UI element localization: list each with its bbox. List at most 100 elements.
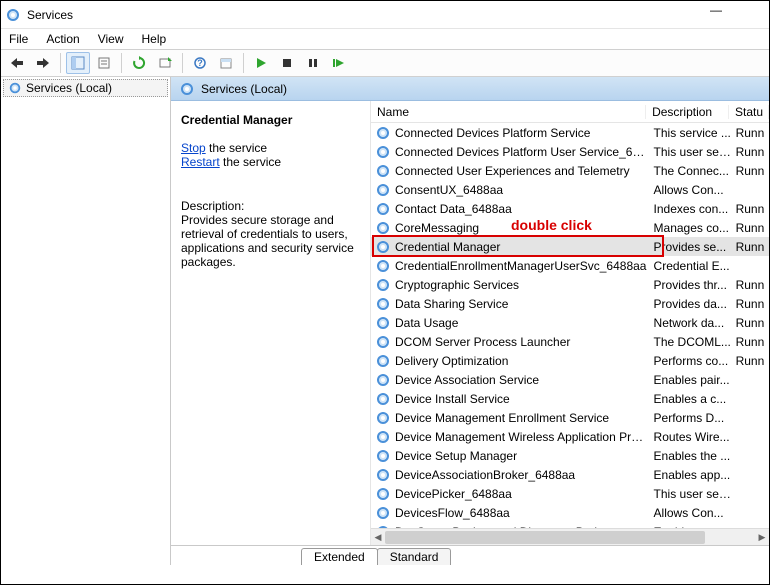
service-description: This user ser... bbox=[650, 145, 732, 159]
selected-service-name: Credential Manager bbox=[181, 113, 360, 127]
description-label: Description: bbox=[181, 199, 360, 213]
service-name: Delivery Optimization bbox=[395, 354, 650, 368]
column-header-name[interactable]: Name bbox=[371, 105, 646, 119]
service-row[interactable]: Device Install ServiceEnables a c... bbox=[371, 389, 769, 408]
scroll-thumb[interactable] bbox=[385, 531, 705, 544]
service-name: Data Sharing Service bbox=[395, 297, 650, 311]
maximize-button[interactable] bbox=[745, 3, 767, 21]
service-row[interactable]: Delivery OptimizationPerforms co...Runn bbox=[371, 351, 769, 370]
menu-bar: File Action View Help bbox=[1, 29, 769, 49]
minimize-button[interactable] bbox=[705, 3, 727, 21]
service-description: Enables a c... bbox=[650, 392, 732, 406]
service-row[interactable]: Data UsageNetwork da...Runn bbox=[371, 313, 769, 332]
service-status: Runn bbox=[732, 145, 769, 159]
tab-extended[interactable]: Extended bbox=[301, 548, 378, 565]
tree-pane: Services (Local) bbox=[1, 77, 171, 565]
service-name: Cryptographic Services bbox=[395, 278, 650, 292]
horizontal-scrollbar[interactable]: ◀ ▶ bbox=[371, 528, 769, 545]
calendar-button[interactable] bbox=[214, 52, 238, 74]
service-row[interactable]: Connected Devices Platform User Service_… bbox=[371, 142, 769, 161]
service-row[interactable]: Device Association ServiceEnables pair..… bbox=[371, 370, 769, 389]
stop-service-button[interactable] bbox=[275, 52, 299, 74]
service-name: CredentialEnrollmentManagerUserSvc_6488a… bbox=[395, 259, 650, 273]
service-row[interactable]: ConsentUX_6488aaAllows Con... bbox=[371, 180, 769, 199]
tree-root-services-local[interactable]: Services (Local) bbox=[3, 79, 168, 97]
menu-help[interactable]: Help bbox=[142, 32, 167, 46]
column-header-status[interactable]: Statu bbox=[729, 105, 769, 119]
service-row[interactable]: DevicesFlow_6488aaAllows Con... bbox=[371, 503, 769, 522]
service-row[interactable]: Credential ManagerProvides se...Runn bbox=[371, 237, 769, 256]
description-text: Provides secure storage and retrieval of… bbox=[181, 213, 360, 269]
back-button[interactable] bbox=[5, 52, 29, 74]
service-status: Runn bbox=[732, 335, 769, 349]
service-row[interactable]: Device Management Enrollment ServicePerf… bbox=[371, 408, 769, 427]
start-service-button[interactable] bbox=[249, 52, 273, 74]
service-row[interactable]: CredentialEnrollmentManagerUserSvc_6488a… bbox=[371, 256, 769, 275]
service-list[interactable]: Connected Devices Platform ServiceThis s… bbox=[371, 123, 769, 528]
service-description: Routes Wire... bbox=[650, 430, 732, 444]
stop-service-link[interactable]: Stop bbox=[181, 141, 206, 155]
properties-button[interactable] bbox=[92, 52, 116, 74]
service-description: The Connec... bbox=[650, 164, 732, 178]
service-name: Device Install Service bbox=[395, 392, 650, 406]
service-description: Allows Con... bbox=[650, 506, 732, 520]
service-row[interactable]: Connected User Experiences and Telemetry… bbox=[371, 161, 769, 180]
scroll-left-button[interactable]: ◀ bbox=[371, 529, 385, 546]
service-row[interactable]: CoreMessagingManages co...Runn bbox=[371, 218, 769, 237]
scroll-right-button[interactable]: ▶ bbox=[755, 529, 769, 546]
service-name: DevicePicker_6488aa bbox=[395, 487, 650, 501]
service-name: Connected Devices Platform User Service_… bbox=[395, 145, 650, 159]
show-hide-tree-button[interactable] bbox=[66, 52, 90, 74]
service-description: Enables app... bbox=[650, 468, 732, 482]
service-row[interactable]: Device Management Wireless Application P… bbox=[371, 427, 769, 446]
service-name: Credential Manager bbox=[395, 240, 650, 254]
restart-service-link[interactable]: Restart bbox=[181, 155, 220, 169]
title-bar: Services bbox=[1, 1, 769, 29]
menu-file[interactable]: File bbox=[9, 32, 28, 46]
service-name: Device Management Enrollment Service bbox=[395, 411, 650, 425]
service-name: DeviceAssociationBroker_6488aa bbox=[395, 468, 650, 482]
service-name: Contact Data_6488aa bbox=[395, 202, 650, 216]
service-name: Connected Devices Platform Service bbox=[395, 126, 650, 140]
service-status: Runn bbox=[732, 164, 769, 178]
service-name: Data Usage bbox=[395, 316, 650, 330]
service-description: This service ... bbox=[650, 126, 732, 140]
service-row[interactable]: Connected Devices Platform ServiceThis s… bbox=[371, 123, 769, 142]
service-row[interactable]: Cryptographic ServicesProvides thr...Run… bbox=[371, 275, 769, 294]
service-row[interactable]: DevicePicker_6488aaThis user ser... bbox=[371, 484, 769, 503]
restart-service-button[interactable] bbox=[327, 52, 351, 74]
tab-standard[interactable]: Standard bbox=[377, 548, 452, 565]
service-status: Runn bbox=[732, 221, 769, 235]
service-status: Runn bbox=[732, 126, 769, 140]
menu-action[interactable]: Action bbox=[46, 32, 79, 46]
toolbar: ? bbox=[1, 49, 769, 77]
forward-button[interactable] bbox=[31, 52, 55, 74]
service-name: DCOM Server Process Launcher bbox=[395, 335, 650, 349]
tree-root-label: Services (Local) bbox=[26, 81, 112, 95]
service-description: Allows Con... bbox=[650, 183, 732, 197]
service-description: Network da... bbox=[650, 316, 732, 330]
service-row[interactable]: Data Sharing ServiceProvides da...Runn bbox=[371, 294, 769, 313]
service-description: Credential E... bbox=[650, 259, 732, 273]
pause-service-button[interactable] bbox=[301, 52, 325, 74]
service-name: Device Association Service bbox=[395, 373, 650, 387]
column-headers: Name Description Statu bbox=[371, 101, 769, 123]
help-button[interactable]: ? bbox=[188, 52, 212, 74]
service-row[interactable]: DCOM Server Process LauncherThe DCOML...… bbox=[371, 332, 769, 351]
column-header-description[interactable]: Description bbox=[646, 105, 729, 119]
service-description: Enables the ... bbox=[650, 449, 732, 463]
service-description: This user ser... bbox=[650, 487, 732, 501]
refresh-button[interactable] bbox=[127, 52, 151, 74]
menu-view[interactable]: View bbox=[98, 32, 124, 46]
export-button[interactable] bbox=[153, 52, 177, 74]
pane-header-title: Services (Local) bbox=[201, 82, 287, 96]
service-status: Runn bbox=[732, 202, 769, 216]
service-status: Runn bbox=[732, 278, 769, 292]
service-row[interactable]: Contact Data_6488aaIndexes con...Runn bbox=[371, 199, 769, 218]
service-status: Runn bbox=[732, 240, 769, 254]
gear-icon bbox=[179, 81, 195, 97]
service-description: Manages co... bbox=[650, 221, 732, 235]
service-status: Runn bbox=[732, 354, 769, 368]
service-row[interactable]: DeviceAssociationBroker_6488aaEnables ap… bbox=[371, 465, 769, 484]
service-row[interactable]: Device Setup ManagerEnables the ... bbox=[371, 446, 769, 465]
